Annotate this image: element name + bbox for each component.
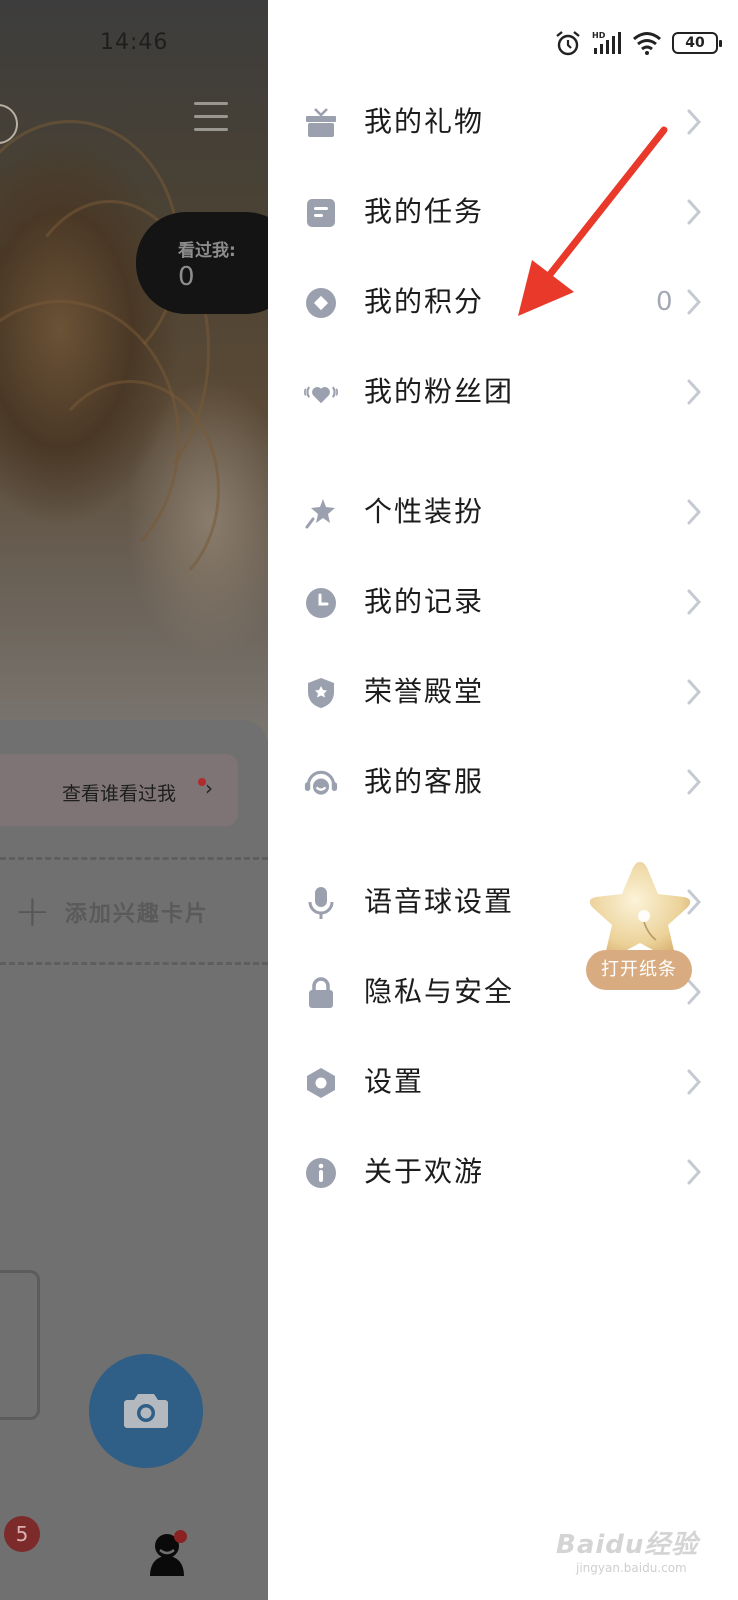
menu-item-label: 语音球设置 [364, 885, 515, 918]
points-icon [304, 286, 338, 320]
menu-item-task[interactable]: 我的任务 [268, 182, 738, 242]
alarm-icon [556, 31, 580, 56]
document-icon [0, 1270, 40, 1420]
info-icon [304, 1156, 338, 1190]
notification-dot [174, 1530, 187, 1543]
menu-item-about[interactable]: 关于欢游 [268, 1142, 738, 1202]
menu-item-label: 我的积分 [364, 285, 485, 318]
chevron-right-icon [687, 379, 702, 405]
headset-icon [304, 766, 338, 800]
profile-background: 14:46 看过我: 0 查看谁看过我 › + 添加兴趣卡片 5 [0, 0, 268, 1600]
chevron-right-icon [687, 1159, 702, 1185]
chevron-right-icon: › [205, 776, 213, 800]
watermark-sub: jingyan.baidu.com [576, 1561, 687, 1575]
menu-item-label: 个性装扮 [364, 495, 485, 528]
shield-star-icon [304, 676, 338, 710]
chevron-right-icon [687, 199, 702, 225]
camera-button[interactable] [89, 1354, 203, 1468]
viewed-me-label: 看过我: [178, 241, 236, 261]
menu-item-label: 我的客服 [364, 765, 485, 798]
menu-item-label: 我的礼物 [364, 105, 485, 138]
watermark-text: Baidu经验 [556, 1530, 699, 1560]
chevron-right-icon [687, 109, 702, 135]
gift-icon [304, 106, 338, 140]
watermark: Baidu经验 jingyan.baidu.com [556, 1524, 698, 1575]
menu-item-label: 我的记录 [364, 585, 485, 618]
wifi-icon [633, 32, 661, 55]
chevron-right-icon [687, 289, 702, 315]
viewed-me-count: 0 [178, 262, 195, 292]
open-note-label[interactable]: 打开纸条 [586, 950, 692, 990]
menu-item-records[interactable]: 我的记录 [268, 572, 738, 632]
viewed-me-pill[interactable] [136, 212, 268, 314]
menu-item-label: 我的任务 [364, 195, 485, 228]
menu-item-customer-service[interactable]: 我的客服 [268, 752, 738, 812]
menu-item-fan-club[interactable]: 我的粉丝团 [268, 362, 738, 422]
menu-item-label: 设置 [364, 1065, 425, 1098]
chevron-right-icon [687, 1069, 702, 1095]
microphone-icon [304, 886, 338, 920]
add-interest-card-label: 添加兴趣卡片 [64, 902, 209, 927]
chevron-right-icon [687, 589, 702, 615]
chevron-right-icon [687, 499, 702, 525]
menu-item-honor-hall[interactable]: 荣誉殿堂 [268, 662, 738, 722]
menu-item-settings[interactable]: 设置 [268, 1052, 738, 1112]
clock-icon [304, 586, 338, 620]
menu-item-points[interactable]: 我的积分 0 [268, 272, 738, 332]
status-bar: HD 40 [554, 30, 722, 56]
open-note-widget[interactable]: 打开纸条 [582, 858, 698, 998]
lock-icon [304, 976, 338, 1010]
points-value: 0 [656, 287, 673, 317]
camera-icon [124, 1394, 168, 1428]
profile-card [0, 720, 268, 1600]
hamburger-menu-icon[interactable] [194, 102, 228, 132]
menu-item-gift[interactable]: 我的礼物 [268, 92, 738, 152]
status-time: 14:46 [100, 30, 169, 55]
who-viewed-link[interactable]: 查看谁看过我 [62, 779, 176, 806]
menu-item-label: 荣誉殿堂 [364, 675, 485, 708]
heart-icon [304, 376, 338, 410]
plus-icon: + [14, 886, 51, 937]
add-interest-card-button[interactable]: + 添加兴趣卡片 [14, 886, 209, 937]
battery-icon: 40 [672, 32, 722, 54]
svg-text:HD: HD [592, 31, 606, 40]
hex-gear-icon [304, 1066, 338, 1100]
hd-signal-icon: HD [592, 31, 621, 54]
menu-item-label: 我的粉丝团 [364, 375, 515, 408]
task-icon [304, 196, 338, 230]
menu-item-label: 隐私与安全 [364, 975, 515, 1008]
chevron-right-icon [687, 769, 702, 795]
menu-item-label: 关于欢游 [364, 1155, 485, 1188]
chevron-right-icon [687, 679, 702, 705]
divider [0, 962, 268, 965]
divider [0, 857, 268, 860]
menu-item-dress-up[interactable]: 个性装扮 [268, 482, 738, 542]
unread-badge: 5 [4, 1516, 40, 1552]
side-drawer: HD 40 我的礼物 我的任务 我的积分 0 我的粉丝团 个性装扮 我的记录 荣… [268, 0, 738, 1600]
magic-star-icon [304, 496, 338, 530]
